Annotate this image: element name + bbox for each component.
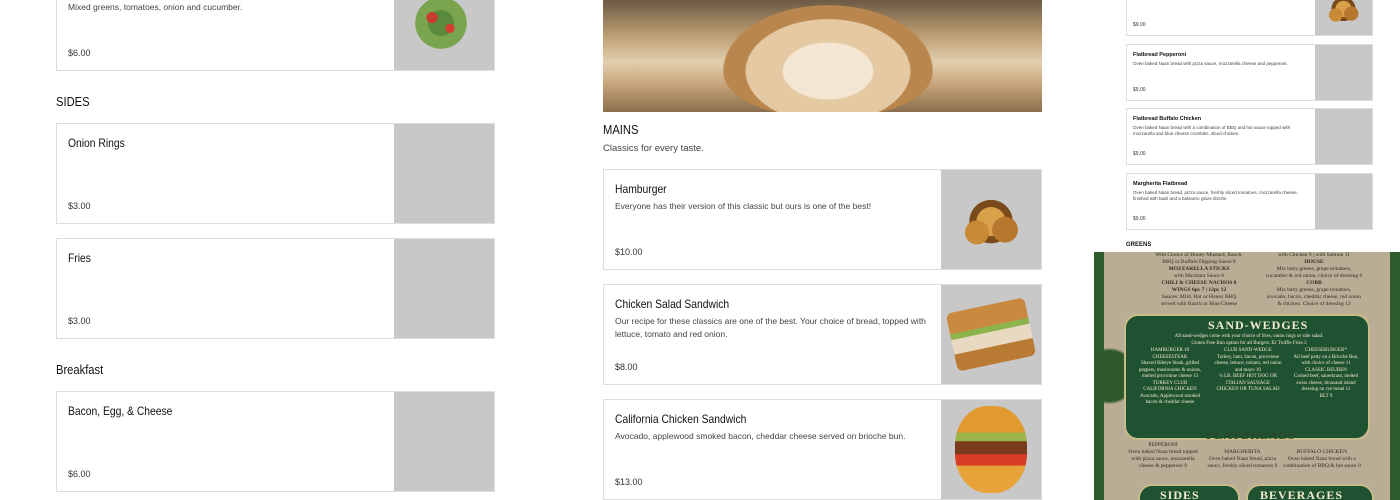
beverages-panel: BEVERAGES (1246, 484, 1374, 500)
section-title-greens: GREENS (1126, 242, 1152, 248)
menu-item-price: $9.00 (1133, 87, 1146, 93)
menu-item-name: Onion Rings (68, 136, 125, 150)
menu-board-text: with Chicken 9 | with Salmon 11 HOUSE Mi… (1265, 252, 1363, 307)
menu-item-price: $9.00 (1133, 22, 1146, 28)
menu-item-description: Everyone has their version of this class… (615, 201, 872, 211)
salad-image (394, 0, 494, 70)
california-sandwich-image (941, 400, 1041, 499)
menu-item-price: $6.00 (68, 48, 91, 58)
menu-item-price: $8.00 (615, 362, 638, 372)
image-placeholder (1315, 174, 1372, 229)
sandwedges-panel: SAND-WEDGES All sand-wedges come with yo… (1124, 314, 1370, 440)
menu-item-description: Mixed greens, tomatoes, onion and cucumb… (68, 2, 243, 12)
menu-board-header: SAND-WEDGES (1208, 318, 1309, 332)
menu-item-name: Flatbread Buffalo Chicken (1133, 116, 1202, 122)
menu-item-name: Chicken Salad Sandwich (615, 297, 730, 311)
menu-item-name: Bacon, Egg, & Cheese (68, 404, 173, 418)
menu-item-card[interactable]: California Chicken Sandwich Avocado, app… (603, 399, 1042, 500)
menu-item-description: Oven baked Naan bread, pizza sauce, fres… (1133, 190, 1298, 201)
section-title-mains: MAINS (603, 122, 639, 137)
menu-item-price: $10.00 (615, 247, 643, 257)
menu-item-name: Hamburger (615, 182, 667, 196)
menu-item-name: Margherita Flatbread (1133, 181, 1188, 187)
hamburger-image (941, 170, 1041, 269)
menu-item-card[interactable]: Flatbread Pepperoni Oven baked Naan brea… (1126, 44, 1373, 101)
section-title-breakfast: Breakfast (56, 362, 104, 377)
image-placeholder (394, 392, 494, 491)
sides-panel: SIDES (1138, 484, 1240, 500)
mains-hero-image (603, 0, 1042, 112)
menu-board-image: With Choice of Honey Mustard, Ranch, BBQ… (1094, 252, 1400, 500)
menu-item-card[interactable]: Mixed greens, tomatoes, onion and cucumb… (56, 0, 495, 71)
menu-item-card[interactable]: Flatbread Buffalo Chicken Oven baked Naa… (1126, 108, 1373, 165)
menu-item-card[interactable]: Chicken Salad Sandwich Our recipe for th… (603, 284, 1042, 385)
menu-item-price: $13.00 (615, 477, 643, 487)
image-placeholder (394, 239, 494, 338)
menu-board-header: BEVERAGES (1260, 488, 1344, 500)
menu-item-price: $6.00 (68, 469, 91, 479)
menu-item-card[interactable]: $9.00 (1126, 0, 1373, 36)
menu-item-name: Fries (68, 251, 91, 265)
section-title-sides: SIDES (56, 94, 90, 109)
pepperoni-flatbread-image (1315, 45, 1372, 100)
menu-item-price: $3.00 (68, 201, 91, 211)
menu-item-name: Flatbread Pepperoni (1133, 52, 1187, 58)
menu-board-text: With Choice of Honey Mustard, Ranch, BBQ… (1155, 252, 1243, 307)
menu-item-price: $9.00 (1133, 216, 1146, 222)
menu-item-card[interactable]: Hamburger Everyone has their version of … (603, 169, 1042, 270)
image-placeholder (1315, 109, 1372, 164)
image-placeholder (394, 124, 494, 223)
menu-item-description: Oven baked Naan bread with a combination… (1133, 125, 1291, 136)
sandwich-image (941, 285, 1041, 384)
menu-item-price: $3.00 (68, 316, 91, 326)
section-subtitle: Classics for every taste. (603, 143, 704, 154)
menu-item-description: Avocado, applewood smoked bacon, cheddar… (615, 431, 906, 441)
menu-item-card[interactable]: Bacon, Egg, & Cheese $6.00 (56, 391, 495, 492)
menu-item-card[interactable]: Onion Rings $3.00 (56, 123, 495, 224)
menu-board-header: FLATBREADS (1206, 428, 1296, 442)
food-image (1315, 0, 1372, 35)
menu-board-header: SIDES (1160, 488, 1200, 500)
menu-item-price: $9.00 (1133, 151, 1146, 157)
menu-item-card[interactable]: Fries $3.00 (56, 238, 495, 339)
menu-item-name: California Chicken Sandwich (615, 412, 747, 426)
menu-item-description: Our recipe for these classics are one of… (615, 316, 926, 339)
menu-item-description: Oven baked Naan bread with pizza sauce, … (1133, 61, 1288, 66)
menu-item-card[interactable]: Margherita Flatbread Oven baked Naan bre… (1126, 173, 1373, 230)
